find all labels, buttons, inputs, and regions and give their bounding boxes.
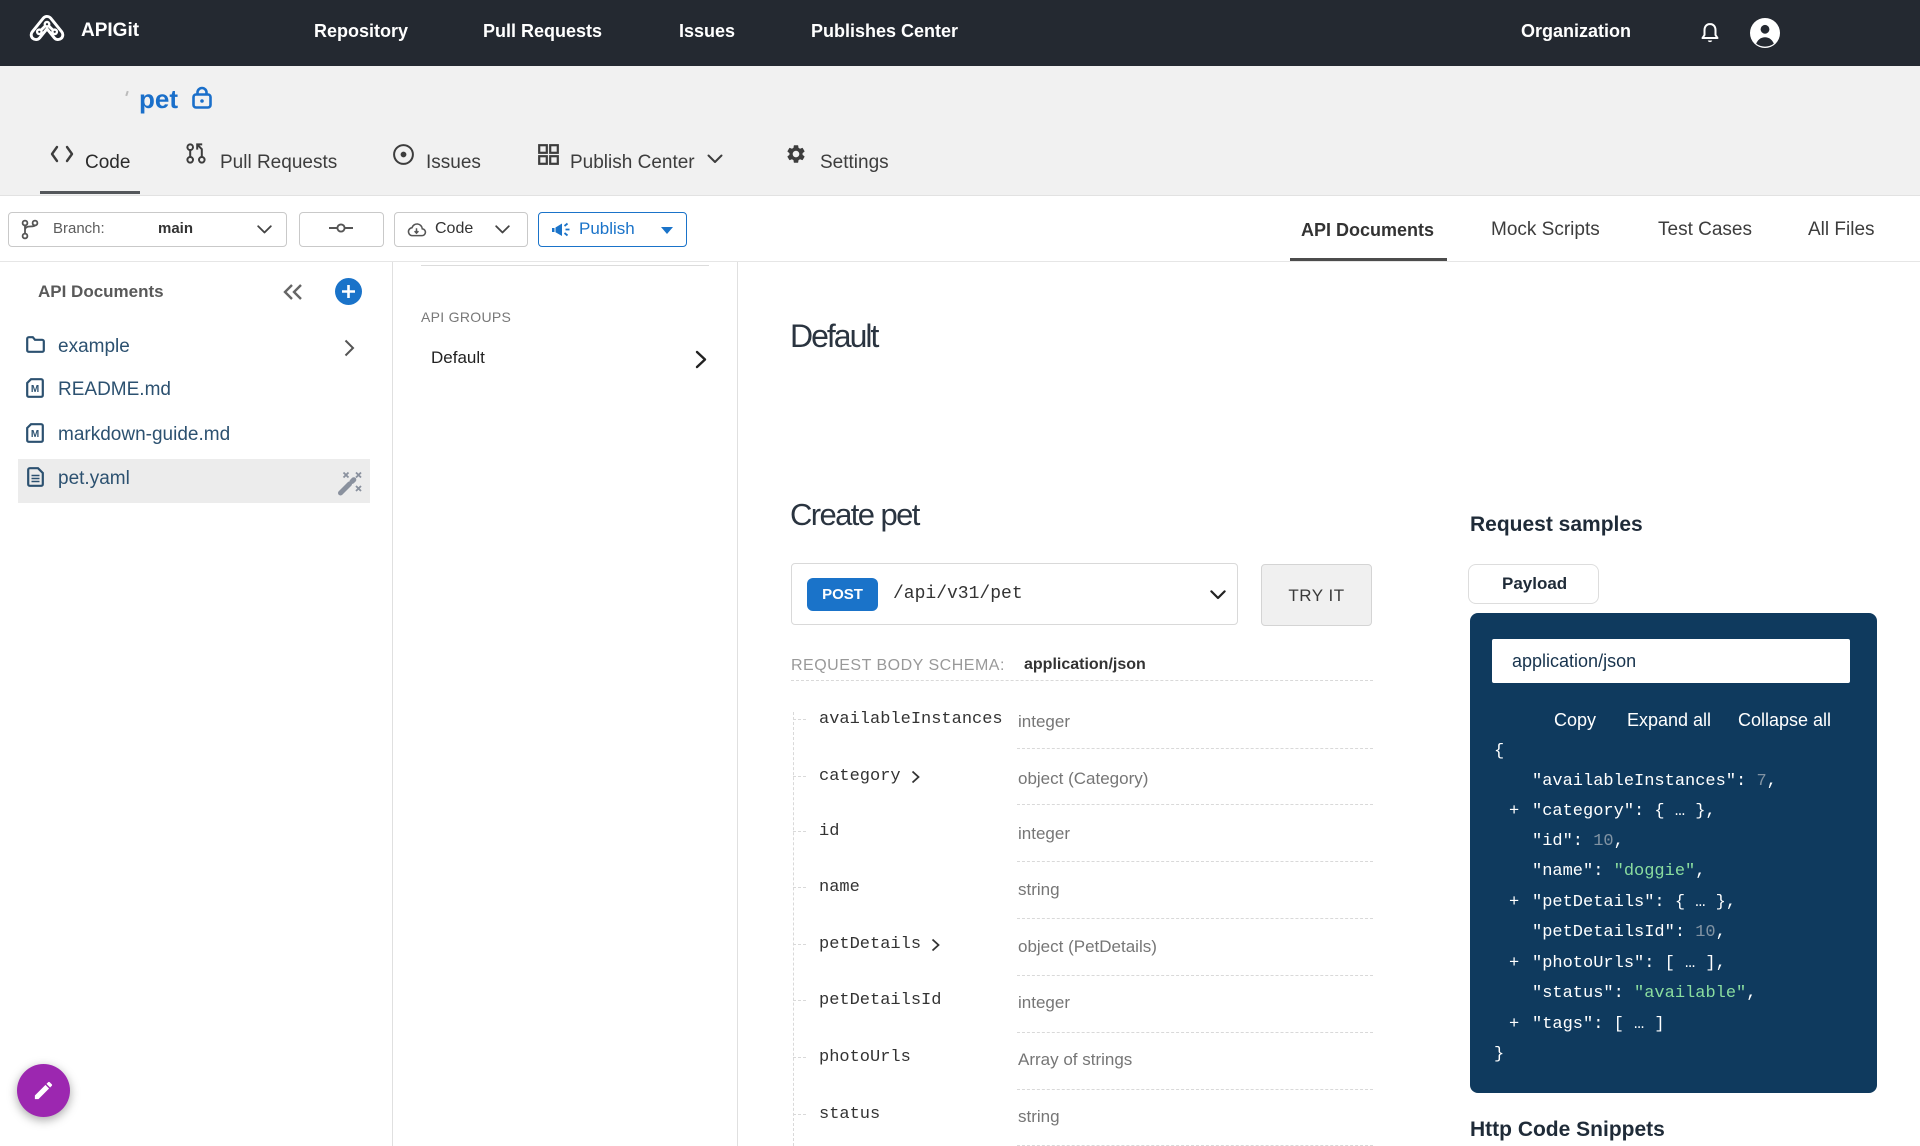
svg-text:M: M bbox=[31, 384, 39, 395]
svg-text:M: M bbox=[31, 429, 39, 440]
